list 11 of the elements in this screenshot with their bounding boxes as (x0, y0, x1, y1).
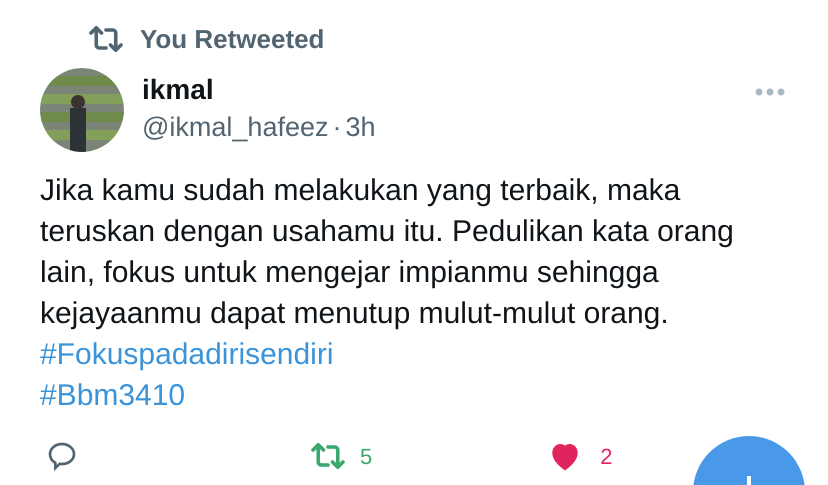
retweet-count: 5 (360, 442, 372, 470)
hashtag-link[interactable]: #Bbm3410 (40, 379, 186, 412)
reply-icon[interactable] (46, 440, 78, 472)
timestamp[interactable]: 3h (346, 108, 376, 146)
author-handle[interactable]: @ikmal_hafeez (142, 108, 328, 146)
like-count: 2 (600, 442, 612, 470)
social-context: You Retweeted (140, 22, 324, 56)
hashtag-link[interactable]: #Fokuspadadirisendiri (40, 338, 334, 371)
tweet-text: Jika kamu sudah melakukan yang terbaik, maka teruskan dengan usahamu itu. Pedulikan kata orang lain, fokus untuk mengejar impianmu sehingga kejayaanmu dapat menutup mulut-mulut orang. (40, 173, 735, 332)
author-name[interactable]: ikmal (142, 72, 376, 108)
separator: · (332, 111, 342, 144)
